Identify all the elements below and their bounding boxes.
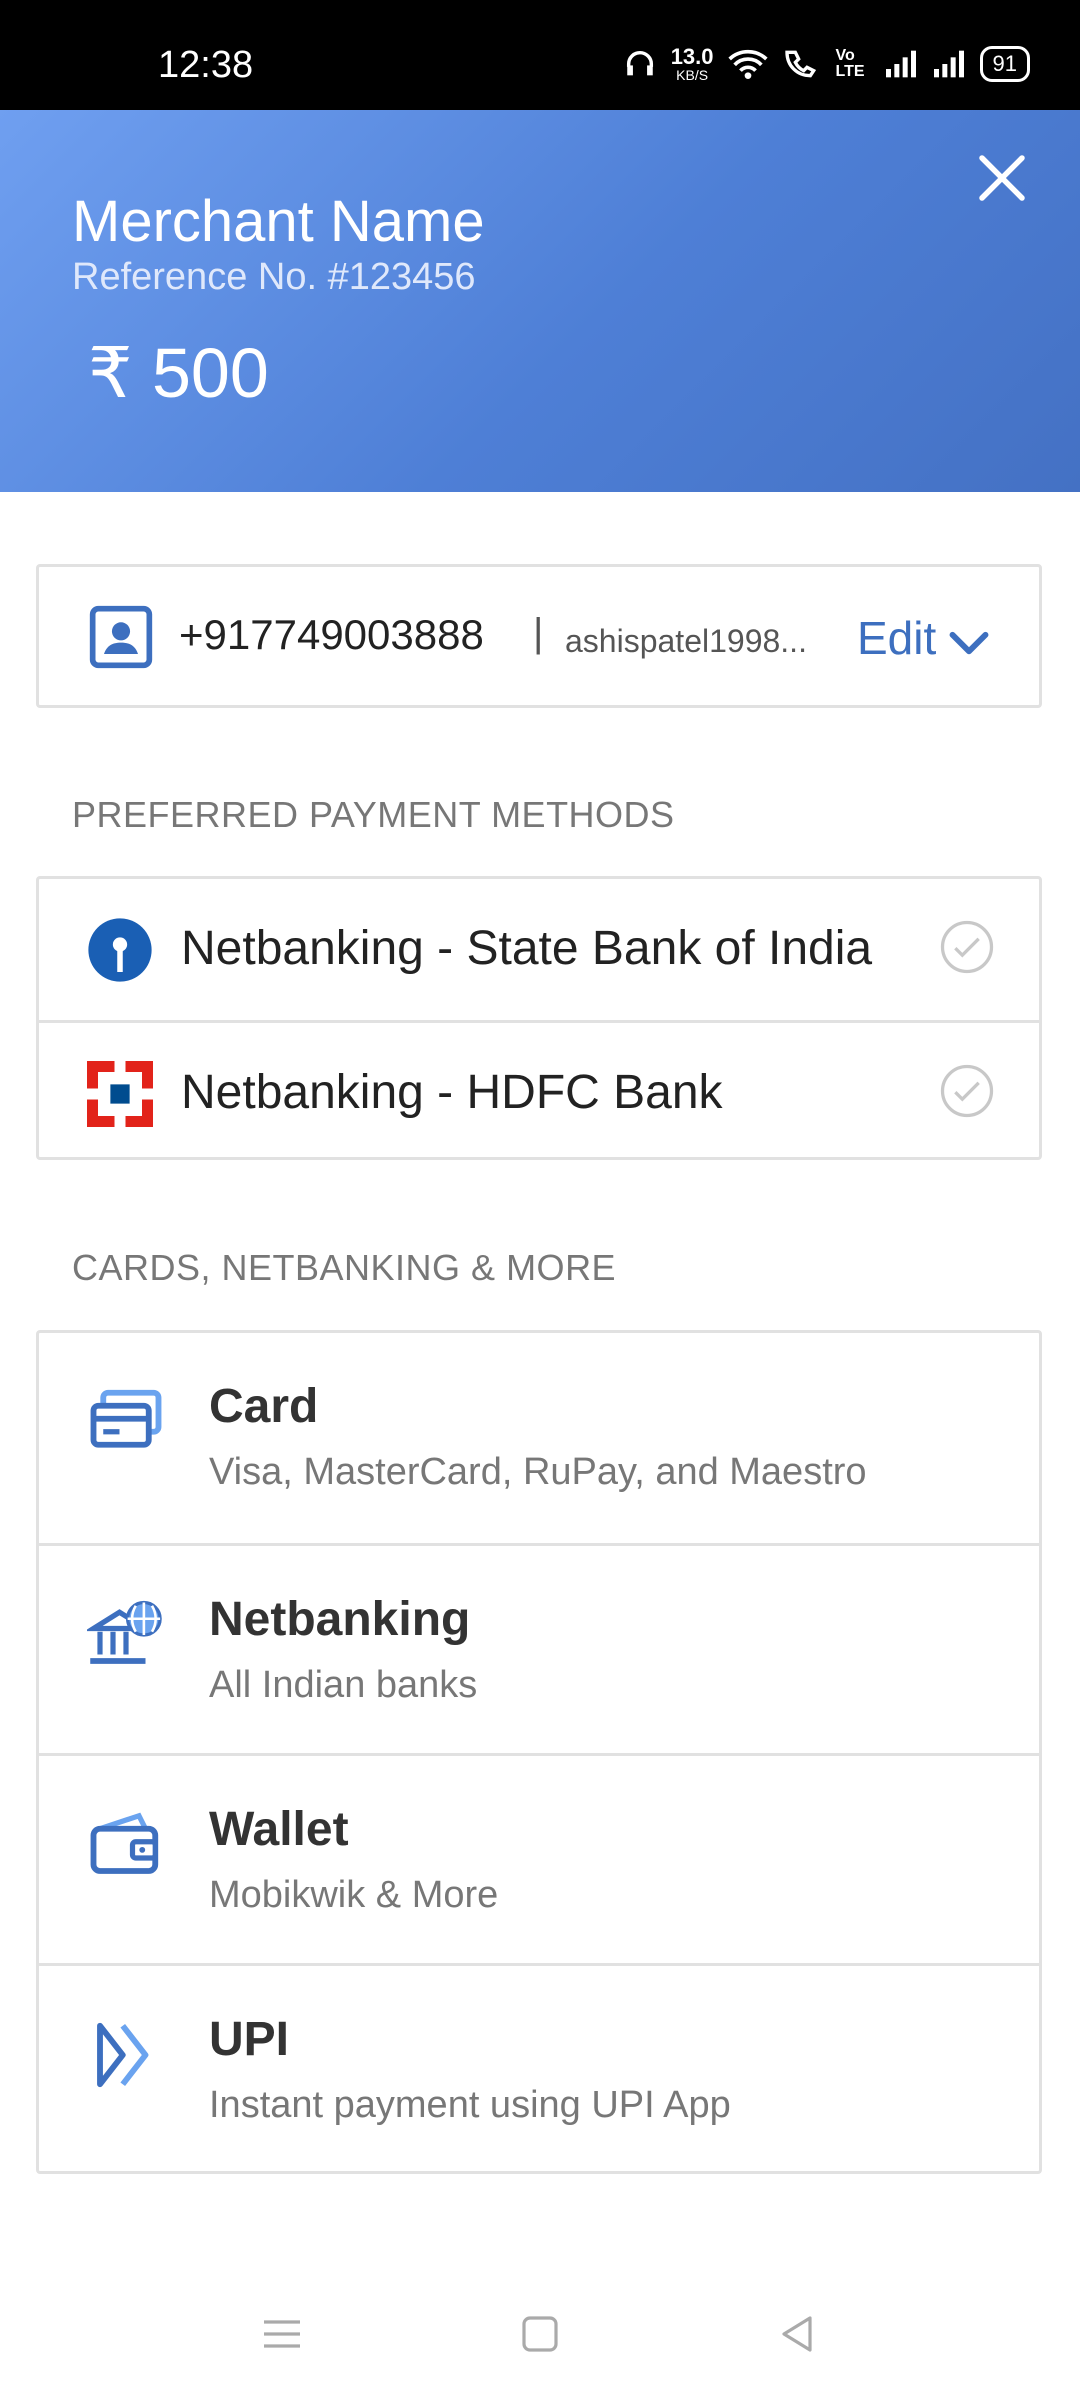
payment-method-upi[interactable]: UPI Instant payment using UPI App	[39, 1963, 1039, 2176]
preferred-methods-list: Netbanking - State Bank of India Netbank…	[36, 876, 1042, 1160]
payment-method-subtitle: All Indian banks	[209, 1664, 478, 1706]
status-time: 12:38	[158, 44, 254, 86]
check-circle-icon[interactable]	[939, 919, 995, 975]
preferred-method-label: Netbanking - State Bank of India	[181, 922, 873, 975]
payment-method-subtitle: Instant payment using UPI App	[209, 2084, 731, 2126]
contact-card-icon	[89, 605, 153, 669]
payment-method-subtitle: Mobikwik & More	[209, 1874, 499, 1916]
payment-method-wallet[interactable]: Wallet Mobikwik & More	[39, 1753, 1039, 1966]
payment-method-title: Wallet	[209, 1803, 349, 1856]
contact-details[interactable]: +917749003888 | ashispatel1998... Edit	[36, 564, 1042, 708]
preferred-method-hdfc[interactable]: Netbanking - HDFC Bank	[39, 1020, 1039, 1163]
check-circle-icon[interactable]	[939, 1063, 995, 1119]
payment-method-netbanking[interactable]: Netbanking All Indian banks	[39, 1543, 1039, 1756]
menu-icon[interactable]	[258, 2310, 306, 2358]
signal-icon	[885, 50, 916, 78]
back-icon[interactable]	[774, 2310, 822, 2358]
wallet-icon	[90, 1812, 159, 1874]
payment-method-title: Netbanking	[209, 1593, 471, 1646]
preferred-method-sbi[interactable]: Netbanking - State Bank of India	[39, 879, 1039, 1019]
payment-header: Merchant Name Reference No. #123456 ₹ 50…	[0, 110, 1080, 492]
close-icon[interactable]	[972, 148, 1032, 208]
payment-method-card[interactable]: Card Visa, MasterCard, RuPay, and Maestr…	[39, 1333, 1039, 1543]
headset-icon	[626, 51, 653, 76]
status-icons: 13.0 KB/S Vo LTE 91	[623, 46, 1030, 82]
contact-email: ashispatel1998...	[565, 623, 807, 659]
chevron-down-icon[interactable]	[947, 629, 991, 659]
payment-method-subtitle: Visa, MasterCard, RuPay, and Maestro	[209, 1451, 867, 1493]
home-icon[interactable]	[516, 2310, 564, 2358]
amount: ₹ 500	[88, 334, 269, 412]
preferred-section-title: PREFERRED PAYMENT METHODS	[72, 794, 675, 835]
hdfc-logo-icon	[87, 1061, 153, 1127]
bank-icon	[87, 1600, 162, 1664]
more-section-title: CARDS, NETBANKING & MORE	[72, 1247, 617, 1288]
signal-icon-2	[933, 50, 964, 78]
status-bar: 12:38 13.0 KB/S Vo LTE 91	[0, 0, 1080, 110]
system-nav-bar	[0, 2266, 1080, 2400]
payment-method-title: UPI	[209, 2013, 290, 2066]
contact-phone: +917749003888	[179, 611, 484, 658]
upi-icon	[97, 2022, 149, 2088]
battery-indicator: 91	[979, 46, 1030, 82]
reference-number: Reference No. #123456	[72, 256, 476, 298]
merchant-name: Merchant Name	[72, 189, 485, 254]
payment-methods-list: Card Visa, MasterCard, RuPay, and Maestr…	[36, 1330, 1042, 2174]
contact-separator: |	[533, 611, 544, 655]
wifi-icon	[727, 49, 768, 79]
wifi-calling-icon	[784, 50, 816, 78]
preferred-method-label: Netbanking - HDFC Bank	[181, 1066, 723, 1119]
volte-label: Vo LTE	[835, 47, 865, 80]
sbi-logo-icon	[88, 918, 152, 982]
card-icon	[90, 1389, 162, 1448]
payment-method-title: Card	[209, 1380, 319, 1433]
network-speed: 13.0 KB/S	[670, 44, 714, 83]
edit-contact-button[interactable]: Edit	[857, 611, 936, 665]
